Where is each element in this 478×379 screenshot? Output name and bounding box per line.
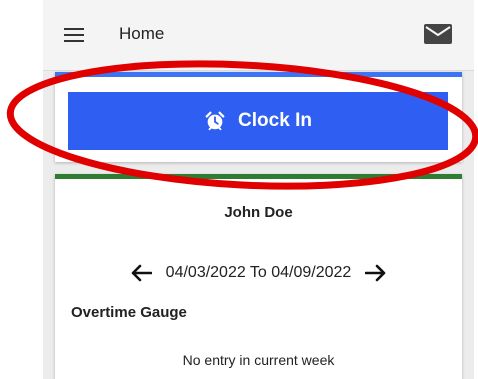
app-bar: Home xyxy=(43,0,474,71)
mail-icon[interactable] xyxy=(424,24,452,44)
alarm-clock-icon xyxy=(205,111,225,131)
user-name: John Doe xyxy=(224,204,293,221)
clock-in-label: Clock In xyxy=(238,110,312,131)
timesheet-summary-card: John Doe 04/03/2022 To 04/09/2022 Overti… xyxy=(55,174,462,379)
clock-in-card: Clock In xyxy=(55,72,462,162)
clock-in-button[interactable]: Clock In xyxy=(68,92,448,150)
week-range: 04/03/2022 To 04/09/2022 xyxy=(165,264,352,281)
page-title: Home xyxy=(119,24,165,43)
arrow-right-icon[interactable] xyxy=(365,264,387,282)
week-selector: 04/03/2022 To 04/09/2022 xyxy=(55,261,462,285)
app-screen: Home Clock In John Doe 04/03/2022 To 04/… xyxy=(43,0,474,379)
overtime-gauge-title: Overtime Gauge xyxy=(71,304,187,321)
overtime-gauge-status: No entry in current week xyxy=(182,352,335,368)
arrow-left-icon[interactable] xyxy=(130,264,152,282)
hamburger-menu-icon[interactable] xyxy=(64,28,84,42)
